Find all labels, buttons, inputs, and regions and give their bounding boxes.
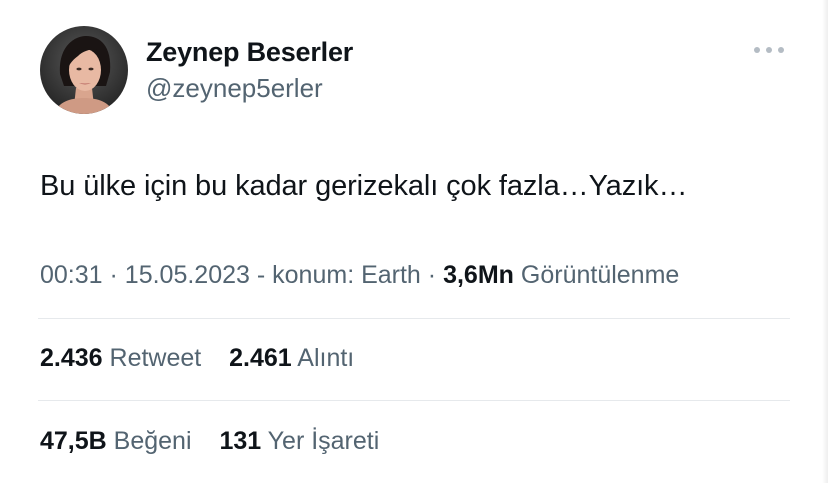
meta-separator: · (427, 261, 437, 289)
display-name[interactable]: Zeynep Beserler (146, 36, 353, 68)
retweets-label: Retweet (109, 344, 202, 372)
tweet-meta: 00:31 · 15.05.2023 - konum: Earth · 3,6M… (40, 257, 679, 293)
screen-edge (822, 0, 828, 483)
like-bookmark-stats: 47,5B Beğeni 131 Yer İşareti (40, 423, 379, 459)
tweet-text: Bu ülke için bu kadar gerizekalı çok faz… (40, 170, 688, 202)
user-names: Zeynep Beserler @zeynep5erler (146, 36, 353, 104)
retweet-quote-stats: 2.436 Retweet 2.461 Alıntı (40, 340, 354, 376)
divider (38, 400, 790, 401)
more-dot (754, 47, 760, 53)
more-dot (778, 47, 784, 53)
retweets-stat[interactable]: 2.436 Retweet (40, 344, 208, 372)
user-handle[interactable]: @zeynep5erler (146, 72, 353, 104)
meta-separator: - (256, 261, 266, 289)
tweet-header: Zeynep Beserler @zeynep5erler (40, 25, 353, 115)
likes-count: 47,5B (40, 427, 107, 455)
likes-label: Beğeni (113, 427, 192, 455)
quotes-stat[interactable]: 2.461 Alıntı (229, 344, 354, 372)
avatar-image (40, 26, 128, 114)
retweets-count: 2.436 (40, 344, 103, 372)
bookmarks-stat[interactable]: 131 Yer İşareti (219, 427, 379, 455)
likes-stat[interactable]: 47,5B Beğeni (40, 427, 198, 455)
divider (38, 318, 790, 319)
tweet-date[interactable]: 15.05.2023 (125, 261, 250, 289)
meta-separator: · (109, 261, 118, 289)
more-dot (766, 47, 772, 53)
tweet-detail: Zeynep Beserler @zeynep5erler Bu ülke iç… (0, 0, 828, 483)
views-label[interactable]: Görüntülenme (521, 261, 679, 289)
bookmarks-count: 131 (219, 427, 262, 455)
tweet-location: konum: Earth (272, 261, 421, 289)
views-count[interactable]: 3,6Mn (443, 261, 514, 289)
bookmarks-label: Yer İşareti (267, 427, 380, 455)
avatar[interactable] (40, 26, 128, 114)
quotes-label: Alıntı (297, 344, 355, 372)
quotes-count: 2.461 (229, 344, 292, 372)
tweet-time[interactable]: 00:31 (40, 261, 103, 289)
more-horizontal-icon[interactable] (754, 42, 784, 58)
